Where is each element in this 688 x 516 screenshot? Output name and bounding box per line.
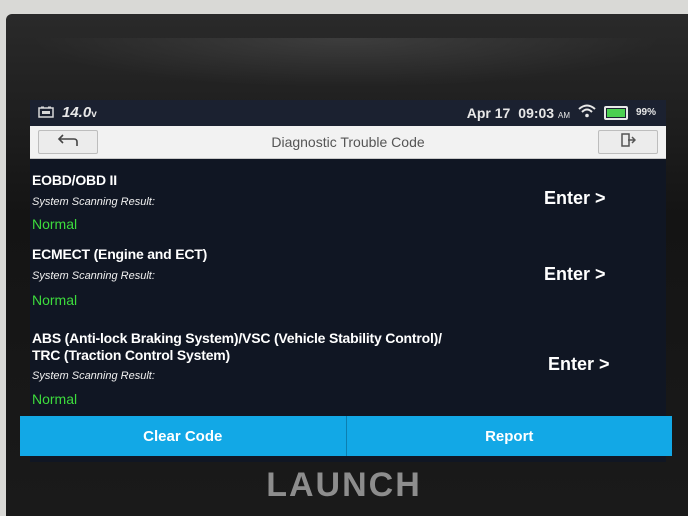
wifi-icon	[578, 104, 596, 121]
date-text: Apr 17	[466, 104, 511, 121]
launch-logo: LAUNCH	[266, 466, 422, 504]
system-row-eobd[interactable]: EOBD/OBD II System Scanning Result: Norm…	[30, 158, 666, 232]
enter-button[interactable]: Enter >	[548, 354, 610, 375]
scan-result-label: System Scanning Result:	[32, 270, 155, 282]
scan-status: Normal	[32, 391, 78, 407]
status-bar: 14.0v Apr 17 09:03 AM 99%	[30, 100, 666, 126]
time-text: 09:03 AM	[518, 104, 570, 121]
battery-icon	[603, 105, 628, 120]
exit-button[interactable]	[598, 130, 658, 154]
battery-percent: 99%	[635, 107, 656, 118]
system-row-abs[interactable]: ABS (Anti-lock Braking System)/VSC (Vehi…	[30, 312, 666, 416]
bottom-action-bar: Clear Code Report	[20, 416, 672, 456]
clear-code-button[interactable]: Clear Code	[20, 416, 347, 456]
scan-result-label: System Scanning Result:	[32, 370, 155, 382]
bezel	[26, 38, 666, 88]
enter-button[interactable]: Enter >	[544, 264, 606, 285]
voltage-readout: 14.0v	[62, 104, 97, 121]
scan-status: Normal	[32, 292, 78, 308]
scan-result-label: System Scanning Result:	[32, 196, 155, 208]
system-name: ECMECT (Engine and ECT)	[32, 246, 208, 262]
report-button[interactable]: Report	[346, 416, 672, 456]
vehicle-battery-icon	[38, 105, 54, 121]
system-name: ABS (Anti-lock Braking System)/VSC (Vehi…	[32, 330, 442, 346]
screen: 14.0v Apr 17 09:03 AM 99% Diagnostic Tro…	[30, 100, 666, 462]
page-title: Diagnostic Trouble Code	[271, 134, 425, 150]
system-list: EOBD/OBD II System Scanning Result: Norm…	[30, 158, 666, 416]
enter-button[interactable]: Enter >	[544, 188, 606, 209]
exit-icon	[620, 132, 637, 153]
system-row-ecmect[interactable]: ECMECT (Engine and ECT) System Scanning …	[30, 232, 666, 312]
system-name-line2: TRC (Traction Control System)	[32, 347, 230, 363]
title-bar: Diagnostic Trouble Code	[30, 126, 666, 159]
system-name: EOBD/OBD II	[32, 172, 117, 188]
scan-status: Normal	[32, 216, 78, 232]
